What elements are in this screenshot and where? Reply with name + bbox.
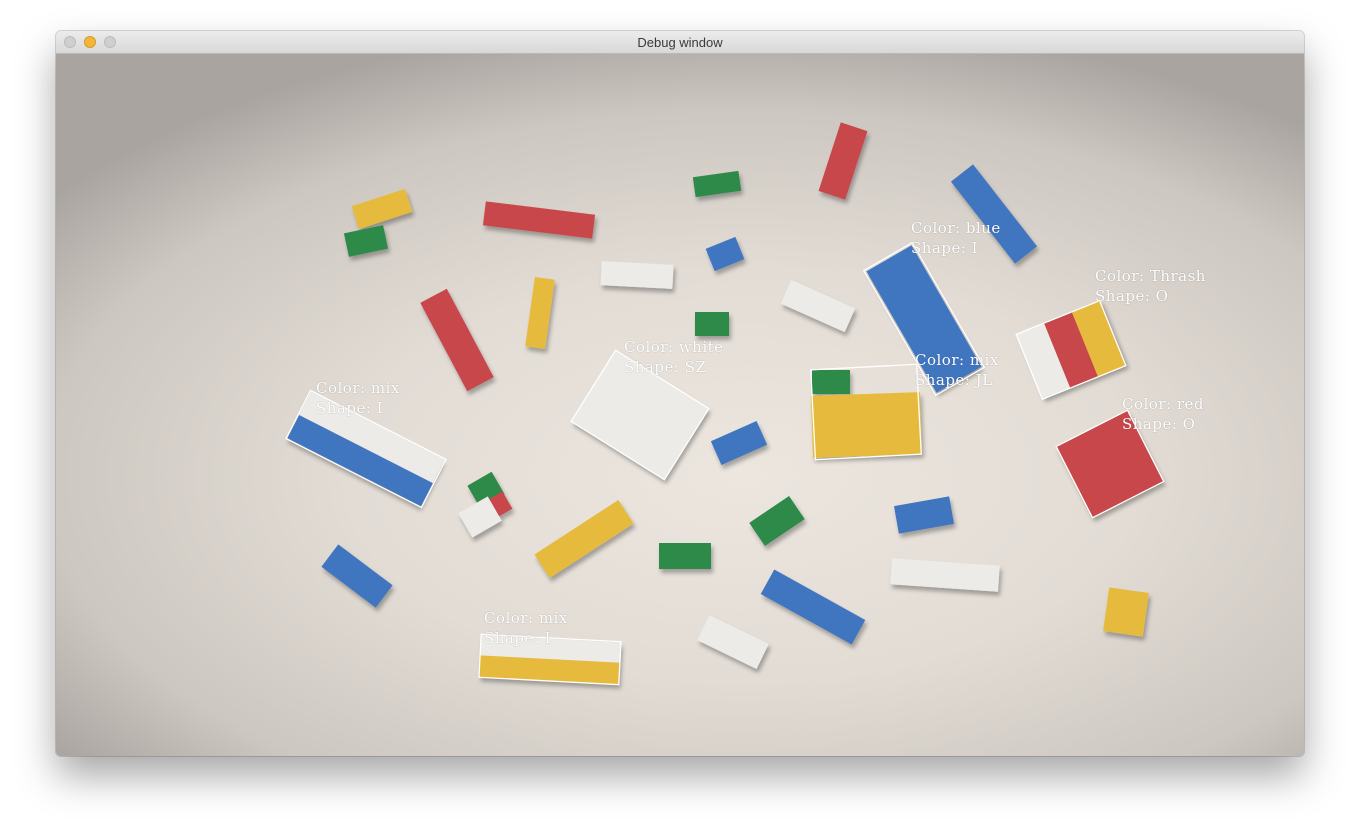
lego-brick-blue	[710, 420, 768, 466]
lego-brick-green	[692, 170, 742, 198]
lego-brick-green	[659, 543, 711, 569]
lego-brick-yellow	[525, 276, 555, 350]
title-bar[interactable]: Debug window	[56, 31, 1304, 54]
lego-brick-green	[749, 495, 805, 547]
detection-label: Color: mix Shape: I	[316, 378, 400, 418]
lego-brick-red	[420, 288, 494, 392]
shape-readout: Shape: O	[1122, 415, 1196, 433]
lego-brick-green	[343, 225, 389, 257]
shape-readout: Shape: I	[911, 239, 979, 257]
lego-brick-yellow	[534, 500, 634, 578]
color-readout: Color: mix	[484, 609, 568, 627]
color-readout: Color: mix	[316, 379, 400, 397]
lego-brick-white	[697, 614, 769, 670]
detection-label: Color: red Shape: O	[1122, 394, 1204, 434]
lego-brick-yellow	[351, 188, 413, 230]
lego-brick-blue	[893, 496, 955, 534]
camera-view: Color: blue Shape: I Color: Thrash Shape: …	[56, 54, 1304, 756]
lego-brick-green	[695, 312, 729, 336]
detection-scene	[285, 122, 1165, 686]
detection-label: Color: blue Shape: I	[911, 218, 1001, 258]
lego-brick-yellow	[1103, 587, 1149, 637]
lego-brick-red	[482, 201, 596, 239]
detection-label: Color: white Shape: SZ	[624, 337, 724, 377]
lego-brick-red	[818, 122, 868, 200]
shape-readout: Shape: I	[316, 399, 384, 417]
shape-readout: Shape: I	[484, 629, 552, 647]
lego-brick-mixed	[810, 370, 923, 458]
detection-label: Color: mix Shape: I	[484, 608, 568, 648]
color-readout: Color: red	[1122, 395, 1204, 413]
debug-window: Debug window Color: blue Shape: I Color:…	[56, 31, 1304, 756]
color-readout: Color: mix	[915, 351, 999, 369]
lego-brick-white	[600, 261, 674, 289]
color-readout: Color: white	[624, 338, 724, 356]
lego-brick-blue	[760, 569, 866, 645]
lego-brick-mixed	[458, 471, 513, 538]
lego-brick-white	[890, 558, 1000, 592]
color-readout: Color: blue	[911, 219, 1001, 237]
lego-brick-blue	[321, 544, 393, 608]
color-readout: Color: Thrash	[1095, 267, 1206, 285]
window-title: Debug window	[637, 35, 723, 50]
detection-label: Color: Thrash Shape: O	[1095, 266, 1206, 306]
lego-brick-mixed	[1016, 300, 1126, 400]
shape-readout: Shape: SZ	[624, 358, 707, 376]
shape-readout: Shape: O	[1095, 287, 1169, 305]
shape-readout: Shape: JL	[915, 371, 993, 389]
detection-label: Color: mix Shape: JL	[915, 350, 999, 390]
lego-brick-white	[780, 279, 856, 333]
lego-brick-blue	[705, 236, 745, 272]
